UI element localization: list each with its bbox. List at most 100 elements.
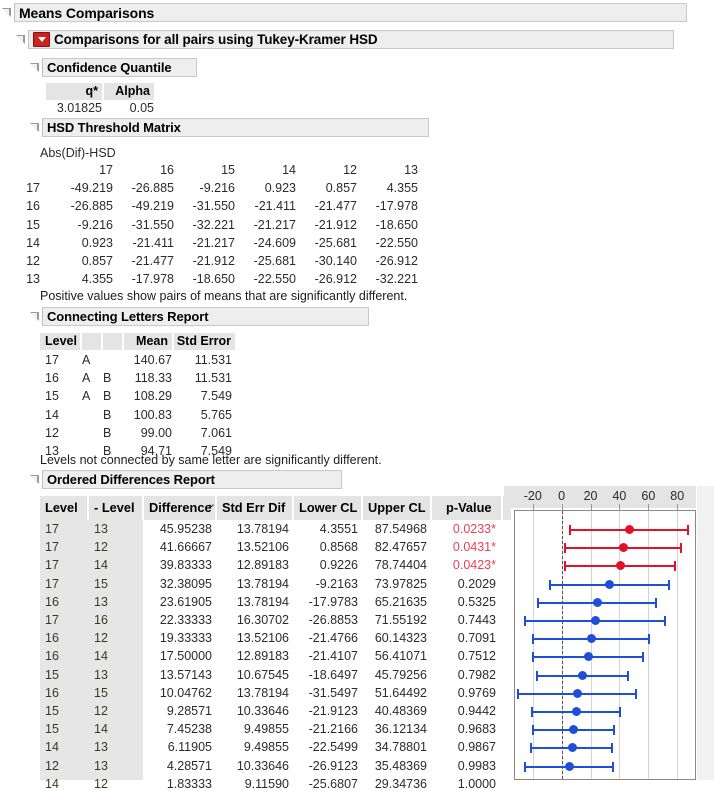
clr-std-error: 5.765	[174, 408, 232, 422]
confidence-interval-row[interactable]	[532, 656, 644, 657]
col-header-clr-level[interactable]: Level	[40, 333, 80, 350]
col-header-alpha[interactable]: Alpha	[104, 83, 154, 100]
difference-point-marker[interactable]	[619, 543, 628, 552]
confidence-interval-cap	[635, 689, 637, 699]
clr-letter-a: A	[82, 371, 101, 385]
difference-point-marker[interactable]	[578, 671, 587, 680]
difference-point-marker[interactable]	[616, 561, 625, 570]
odr-upper-cl: 82.47657	[363, 540, 427, 554]
chart-gridline	[591, 511, 592, 779]
odr-std-err-dif: 13.78194	[217, 577, 289, 591]
hsd-matrix-cell: -26.912	[299, 272, 357, 286]
odr-level: 17	[45, 558, 75, 572]
sort-chevron-down-icon[interactable]: ⌄	[207, 497, 216, 510]
confidence-interval-row[interactable]	[532, 729, 615, 730]
disclosure-triangle-icon[interactable]	[30, 123, 39, 132]
disclosure-triangle-icon[interactable]	[30, 475, 39, 484]
difference-point-marker[interactable]	[568, 743, 577, 752]
confidence-interval-cap	[674, 561, 676, 571]
odr-minus-level: 15	[94, 577, 124, 591]
col-header-p-value[interactable]: p-Value	[446, 496, 492, 520]
confidence-interval-row[interactable]	[532, 638, 650, 639]
col-header-clr-mean[interactable]: Mean	[124, 333, 172, 350]
hsd-matrix-cell: -26.912	[360, 254, 418, 268]
col-header-std-err-dif[interactable]: Std Err Dif	[222, 496, 285, 520]
hsd-matrix-row-header: 12	[14, 254, 40, 268]
odr-level: 17	[45, 577, 75, 591]
odr-lower-cl: 0.9226	[294, 558, 358, 572]
section-header-connecting-letters[interactable]: Connecting Letters Report	[30, 307, 369, 326]
chart-tick-label: 20	[584, 489, 598, 503]
confidence-interval-row[interactable]	[524, 620, 666, 621]
odr-level: 16	[45, 649, 75, 663]
hsd-matrix-cell: -32.221	[177, 218, 235, 232]
odr-p-value: 0.7982	[432, 668, 496, 682]
odr-difference: 7.45238	[144, 722, 212, 736]
hsd-matrix-cell: -22.550	[238, 272, 296, 286]
section-header-means-comparisons[interactable]: Means Comparisons	[2, 3, 687, 22]
col-header-lower-cl[interactable]: Lower CL	[299, 496, 357, 520]
confidence-interval-row[interactable]	[564, 547, 682, 548]
odr-lower-cl: -21.4107	[294, 649, 358, 663]
disclosure-triangle-icon[interactable]	[30, 312, 39, 321]
col-header-upper-cl[interactable]: Upper CL	[368, 496, 426, 520]
section-header-ordered-differences[interactable]: Ordered Differences Report	[30, 470, 342, 489]
confidence-interval-cap	[619, 707, 621, 717]
col-header-minus-level[interactable]: - Level	[94, 496, 135, 520]
clr-header-band-a	[82, 333, 101, 350]
confidence-interval-row[interactable]	[537, 602, 657, 603]
clr-letter-b: B	[103, 371, 122, 385]
confidence-interval-row[interactable]	[536, 675, 629, 676]
difference-point-marker[interactable]	[569, 725, 578, 734]
confidence-quantile-title: Confidence Quantile	[42, 58, 197, 77]
difference-point-marker[interactable]	[584, 652, 593, 661]
hsd-matrix-col-header: 13	[360, 163, 418, 177]
confidence-interval-cap	[687, 525, 689, 535]
comparisons-title: Comparisons for all pairs using Tukey-Kr…	[54, 32, 378, 47]
hsd-matrix-cell: -49.219	[116, 199, 174, 213]
odr-upper-cl: 65.21635	[363, 595, 427, 609]
confidence-interval-row[interactable]	[517, 693, 637, 694]
hsd-matrix-col-header: 15	[177, 163, 235, 177]
clr-std-error: 11.531	[174, 371, 232, 385]
section-header-comparisons[interactable]: Comparisons for all pairs using Tukey-Kr…	[16, 30, 674, 49]
col-header-q-star[interactable]: q*	[46, 83, 102, 100]
confidence-interval-row[interactable]	[564, 565, 676, 566]
confidence-interval-row[interactable]	[524, 766, 614, 767]
odr-difference: 17.50000	[144, 649, 212, 663]
confidence-interval-row[interactable]	[569, 529, 689, 530]
col-header-difference[interactable]: Difference	[149, 496, 212, 520]
confidence-interval-row[interactable]	[530, 747, 613, 748]
difference-point-marker[interactable]	[625, 525, 634, 534]
chart-tick-label: 60	[641, 489, 655, 503]
hsd-matrix-row-header: 14	[14, 236, 40, 250]
value-q-star: 3.01825	[46, 101, 102, 115]
section-header-hsd-matrix[interactable]: HSD Threshold Matrix	[30, 118, 429, 137]
disclosure-triangle-icon[interactable]	[2, 8, 11, 17]
confidence-interval-cap	[613, 725, 615, 735]
difference-point-marker[interactable]	[587, 634, 596, 643]
confidence-interval-row[interactable]	[531, 711, 621, 712]
col-header-clr-std-error[interactable]: Std Error	[174, 333, 235, 350]
confidence-interval-cap	[517, 689, 519, 699]
odr-lower-cl: -21.9123	[294, 704, 358, 718]
difference-point-marker[interactable]	[573, 689, 582, 698]
odr-std-err-dif: 9.49855	[217, 722, 289, 736]
col-header-level[interactable]: Level	[45, 496, 78, 520]
odr-lower-cl: -9.2163	[294, 577, 358, 591]
hsd-matrix-cell: -30.140	[299, 254, 357, 268]
difference-point-marker[interactable]	[565, 762, 574, 771]
difference-confidence-interval-plot[interactable]	[514, 510, 696, 780]
disclosure-triangle-icon[interactable]	[30, 63, 39, 72]
red-triangle-menu-icon[interactable]	[33, 32, 50, 47]
confidence-interval-row[interactable]	[549, 584, 669, 585]
difference-point-marker[interactable]	[605, 580, 614, 589]
clr-letter-b: B	[103, 426, 122, 440]
section-header-confidence-quantile[interactable]: Confidence Quantile	[30, 58, 197, 77]
clr-level: 14	[45, 408, 79, 422]
disclosure-triangle-icon[interactable]	[16, 35, 25, 44]
clr-mean: 108.29	[124, 389, 172, 403]
difference-point-marker[interactable]	[572, 707, 581, 716]
difference-point-marker[interactable]	[591, 616, 600, 625]
difference-point-marker[interactable]	[593, 598, 602, 607]
